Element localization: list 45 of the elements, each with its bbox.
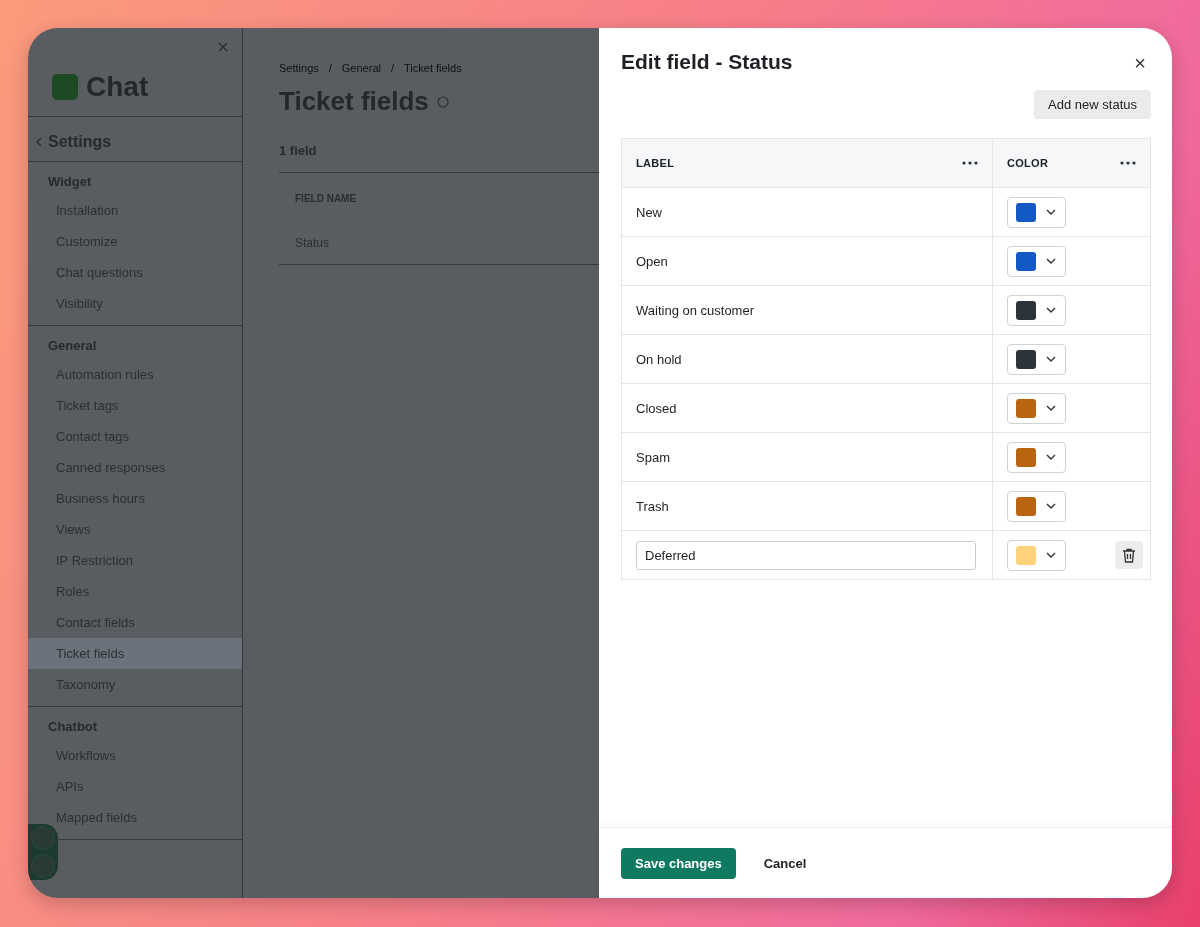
- trash-icon: [1122, 547, 1136, 563]
- panel-title: Edit field - Status: [621, 50, 793, 74]
- chevron-down-icon: [1046, 405, 1056, 411]
- info-icon: [436, 95, 449, 108]
- chevron-down-icon: [1046, 258, 1056, 264]
- status-label: On hold: [636, 351, 682, 367]
- collapse-icon[interactable]: [218, 42, 228, 52]
- color-picker[interactable]: [1007, 343, 1066, 375]
- status-label: Trash: [636, 498, 669, 514]
- save-button[interactable]: Save changes: [621, 847, 736, 879]
- status-label: Spam: [636, 449, 670, 465]
- more-icon[interactable]: [1120, 161, 1136, 165]
- chevron-left-icon[interactable]: [36, 137, 42, 147]
- add-status-button[interactable]: Add new status: [1034, 90, 1151, 119]
- color-picker[interactable]: [1007, 392, 1066, 424]
- chevron-down-icon: [1046, 454, 1056, 460]
- breadcrumb-separator: /: [390, 62, 394, 74]
- more-icon[interactable]: [962, 161, 978, 165]
- color-picker[interactable]: [1007, 294, 1066, 326]
- breadcrumb-separator: /: [328, 62, 332, 74]
- status-label: Open: [636, 253, 668, 269]
- delete-button[interactable]: [1115, 541, 1143, 569]
- label-input[interactable]: Deferred: [636, 540, 976, 570]
- color-picker[interactable]: [1007, 196, 1066, 228]
- status-label: New: [636, 204, 662, 220]
- cancel-button[interactable]: Cancel: [763, 847, 807, 879]
- sidebar-item[interactable]: Ticket fields: [28, 638, 242, 669]
- chevron-down-icon: [1046, 209, 1056, 215]
- color-picker[interactable]: [1007, 441, 1066, 473]
- color-picker[interactable]: [1007, 490, 1066, 522]
- breadcrumb-link[interactable]: Ticket fields: [404, 62, 462, 74]
- column-header: COLOR: [1007, 157, 1049, 169]
- column-header: LABEL: [636, 157, 675, 169]
- logo-icon: [52, 74, 78, 100]
- chevron-down-icon: [1046, 307, 1056, 313]
- chevron-down-icon: [1046, 552, 1056, 558]
- color-picker[interactable]: [1007, 539, 1066, 571]
- close-button[interactable]: ×: [1134, 52, 1146, 75]
- color-picker[interactable]: [1007, 245, 1066, 277]
- chevron-down-icon: [1046, 356, 1056, 362]
- breadcrumb-link[interactable]: General: [341, 62, 381, 74]
- status-label: Waiting on customer: [636, 302, 754, 318]
- breadcrumb-link[interactable]: Settings: [279, 62, 319, 74]
- status-label: Closed: [636, 400, 677, 416]
- chevron-down-icon: [1046, 503, 1056, 509]
